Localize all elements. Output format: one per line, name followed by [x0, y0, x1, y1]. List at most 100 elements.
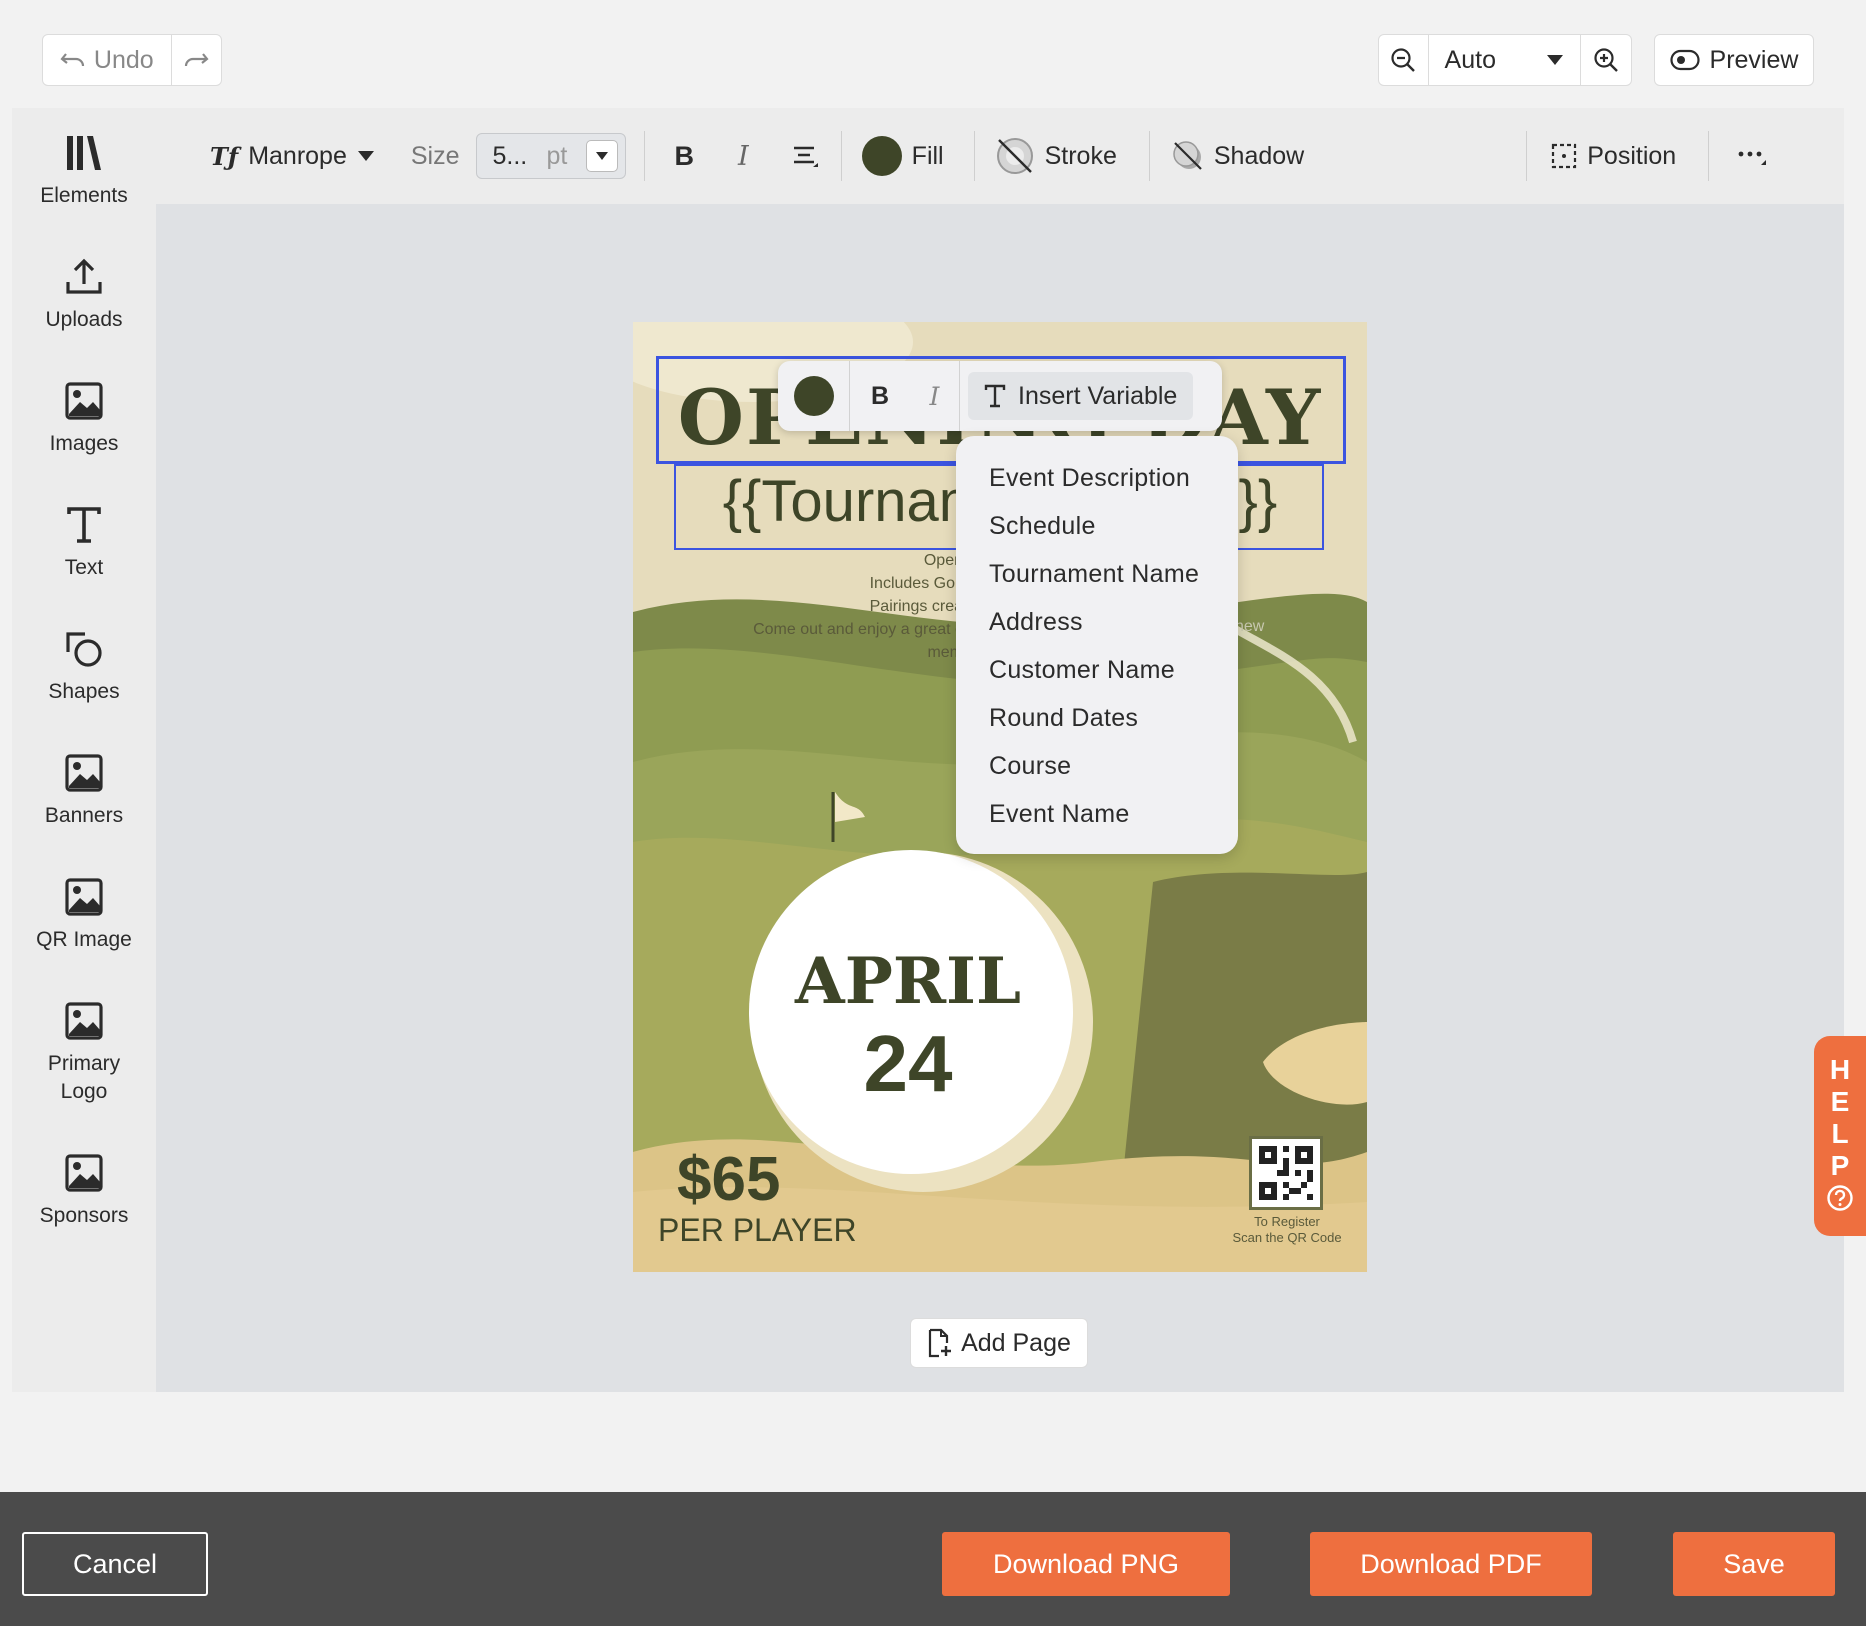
fill-label: Fill [911, 141, 944, 170]
stroke-icon [996, 138, 1033, 174]
divider [643, 131, 645, 181]
menu-item[interactable]: Address [956, 598, 1238, 646]
add-page-icon [928, 1328, 952, 1358]
align-button[interactable] [791, 143, 819, 169]
sidebar-item-primary-logo[interactable]: Primary Logo [12, 1000, 156, 1106]
preview-button[interactable]: Preview [1654, 34, 1814, 86]
italic-button[interactable]: I [910, 361, 960, 431]
sidebar-item-label: Elements [40, 184, 128, 207]
text-format-toolbar: Tƒ Manrope Size 5... pt B I Fill Stroke [156, 108, 1844, 204]
sidebar-item-label: Uploads [45, 308, 123, 331]
bold-icon: B [870, 381, 890, 410]
size-unit: pt [546, 141, 568, 170]
divider [1526, 131, 1528, 181]
text-icon [984, 384, 1006, 408]
position-button[interactable]: Position [1551, 142, 1676, 171]
divider [1148, 131, 1150, 181]
undo-redo-group: Undo [42, 34, 222, 86]
save-button[interactable]: Save [1673, 1532, 1835, 1596]
qr-caption-line: Scan the QR Code [1232, 1230, 1342, 1245]
image-icon [65, 878, 103, 916]
undo-button[interactable]: Undo [43, 35, 172, 85]
zoom-in-button[interactable] [1581, 35, 1631, 85]
menu-item[interactable]: Customer Name [956, 646, 1238, 694]
price-subtitle: PER PLAYER [658, 1212, 857, 1248]
menu-item[interactable]: Course [956, 742, 1238, 790]
menu-item[interactable]: Schedule [956, 502, 1238, 550]
sidebar-item-qr-image[interactable]: QR Image [12, 876, 156, 954]
footer-bar: Cancel Download PNG Download PDF Save [0, 1492, 1866, 1626]
size-value: 5... [492, 141, 528, 170]
bold-button[interactable]: B [850, 361, 910, 431]
sidebar-item-images[interactable]: Images [12, 380, 156, 458]
elements-icon [67, 136, 101, 170]
date-month: APRIL [795, 944, 1021, 1019]
divider [840, 131, 842, 181]
more-options-button[interactable] [1737, 146, 1767, 166]
zoom-select[interactable]: Auto [1429, 35, 1582, 85]
sidebar-item-label: Text [64, 556, 104, 579]
download-pdf-button[interactable]: Download PDF [1310, 1532, 1592, 1596]
qr-code-icon [1259, 1146, 1313, 1200]
zoom-out-button[interactable] [1379, 35, 1429, 85]
font-size-input[interactable]: 5... pt [475, 133, 626, 179]
text-color-button[interactable] [778, 361, 850, 431]
image-icon [65, 1154, 103, 1192]
redo-icon [185, 53, 209, 67]
sidebar-item-label: Shapes [48, 680, 120, 703]
italic-button[interactable]: I [738, 141, 749, 172]
caret-down-icon [596, 152, 609, 160]
sidebar-item-sponsors[interactable]: Sponsors [12, 1152, 156, 1230]
position-label: Position [1587, 141, 1677, 170]
eye-icon [1669, 49, 1700, 71]
menu-item[interactable]: Tournament Name [956, 550, 1238, 598]
size-dropdown-button[interactable] [586, 140, 619, 172]
bold-icon: B [674, 140, 695, 171]
download-png-button[interactable]: Download PNG [942, 1532, 1230, 1596]
undo-label: Undo [93, 45, 154, 74]
redo-button[interactable] [172, 35, 221, 85]
question-icon [1827, 1185, 1853, 1211]
add-page-label: Add Page [961, 1328, 1071, 1357]
sidebar-item-label: Banners [44, 804, 124, 827]
sidebar-item-uploads[interactable]: Uploads [12, 256, 156, 334]
menu-item[interactable]: Event Name [956, 790, 1238, 838]
help-letter: P [1830, 1150, 1850, 1181]
text-color-swatch [793, 376, 834, 416]
italic-icon: I [738, 140, 749, 172]
size-label: Size [410, 141, 460, 170]
stroke-button[interactable]: Stroke [995, 136, 1117, 176]
cancel-button[interactable]: Cancel [22, 1532, 208, 1596]
italic-icon: I [929, 381, 940, 411]
shadow-button[interactable]: Shadow [1172, 140, 1304, 172]
text-icon [67, 507, 101, 543]
sidebar-item-label: QR Image [36, 928, 132, 951]
shapes-icon [66, 632, 102, 667]
sidebar-item-elements[interactable]: Elements [12, 132, 156, 210]
undo-icon [60, 53, 84, 67]
shadow-icon [1173, 141, 1202, 170]
zoom-control: Auto [1378, 34, 1632, 86]
add-page-button[interactable]: Add Page [910, 1318, 1088, 1368]
sidebar-item-text[interactable]: Text [12, 504, 156, 582]
fill-button[interactable]: Fill [861, 136, 944, 176]
position-icon [1552, 143, 1577, 169]
sidebar-item-banners[interactable]: Banners [12, 752, 156, 830]
help-letter: E [1830, 1086, 1850, 1117]
bold-button[interactable]: B [675, 141, 695, 172]
sidebar-item-label: Images [49, 432, 119, 455]
menu-item[interactable]: Round Dates [956, 694, 1238, 742]
help-tab[interactable]: H E L P [1814, 1036, 1866, 1236]
fill-color-swatch [861, 136, 902, 176]
caret-down-icon [357, 151, 374, 161]
caret-down-icon [1547, 55, 1564, 65]
image-icon [65, 382, 103, 420]
menu-item[interactable]: Event Description [956, 454, 1238, 502]
sidebar-item-shapes[interactable]: Shapes [12, 628, 156, 706]
image-icon [65, 754, 103, 792]
qr-code [1249, 1136, 1323, 1210]
help-letter: H [1829, 1054, 1851, 1085]
insert-variable-button[interactable]: Insert Variable [968, 372, 1194, 420]
font-family-select[interactable]: Tƒ Manrope [210, 142, 375, 171]
font-icon: Tƒ [210, 141, 239, 171]
